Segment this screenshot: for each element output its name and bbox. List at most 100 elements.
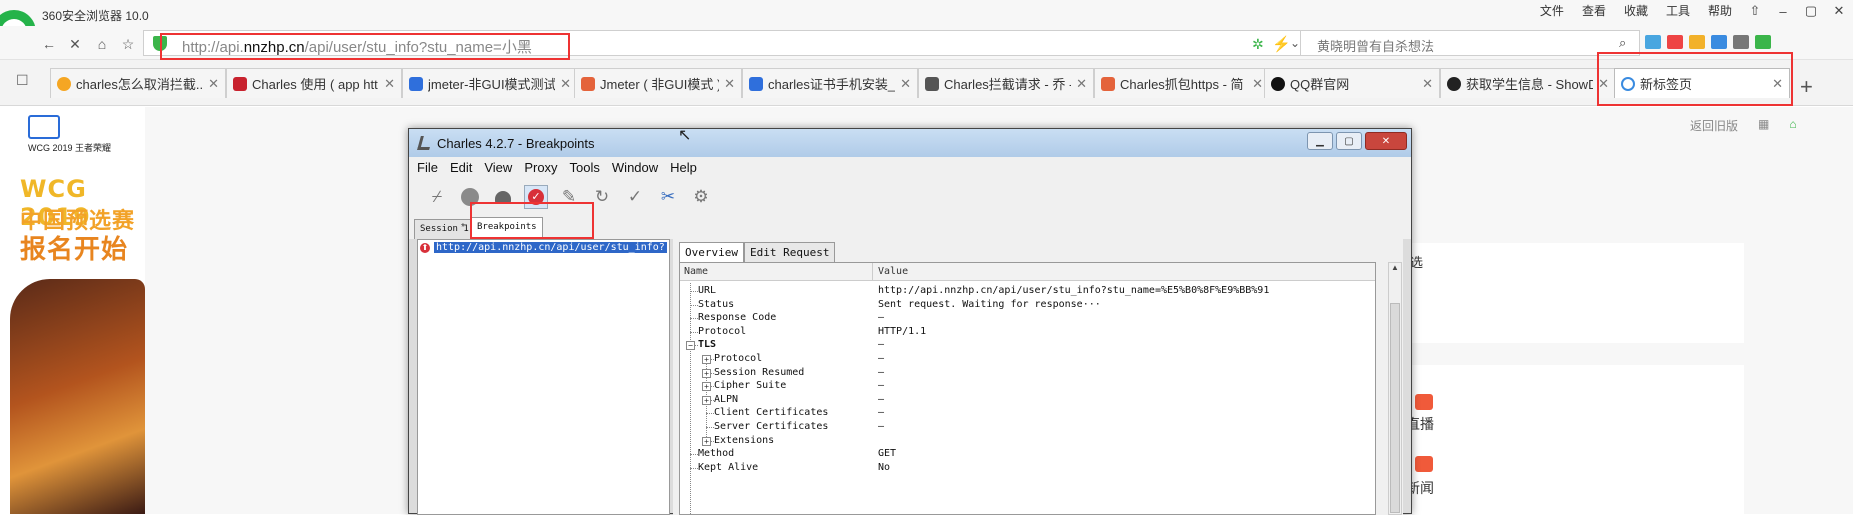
close-button[interactable]: ✕ — [1825, 0, 1853, 22]
charles-menu-view[interactable]: View — [478, 157, 518, 179]
charles-menu-edit[interactable]: Edit — [444, 157, 478, 179]
column-name: Name — [684, 266, 709, 277]
tab-close-icon[interactable]: ✕ — [724, 76, 735, 92]
menu-view[interactable]: 查看 — [1573, 4, 1615, 18]
tree-branch — [690, 467, 698, 469]
row-name: Protocol — [698, 325, 747, 337]
tab-5[interactable]: charles证书手机安装_... ✕ — [742, 68, 918, 98]
tab-1[interactable]: charles怎么取消拦截... ✕ — [50, 68, 226, 98]
tab-overview[interactable]: Overview — [679, 242, 744, 262]
scrollbar[interactable]: ▲ — [1388, 262, 1402, 515]
dropdown-icon[interactable]: ⌄ — [1290, 36, 1300, 50]
tab-7[interactable]: Charles抓包https - 简 ✕ — [1094, 68, 1270, 98]
lightning-icon[interactable]: ⚡ — [1272, 35, 1291, 53]
menu-help[interactable]: 帮助 — [1699, 4, 1741, 18]
menu-favorites[interactable]: 收藏 — [1615, 4, 1657, 18]
tab-3[interactable]: jmeter-非GUI模式测试 ✕ — [402, 68, 578, 98]
table-row[interactable]: Kept Alive No — [680, 460, 1375, 476]
back-old-version-link[interactable]: 返回旧版 — [1690, 117, 1738, 134]
wcg-banner[interactable]: WCG 2019 王者荣耀 WCG 2019 中国预选赛 报名开始 — [0, 107, 145, 514]
window-controls: ⇧ – ▢ ✕ — [1741, 0, 1853, 22]
expand-icon[interactable]: + — [702, 368, 711, 378]
stop-icon[interactable]: ✕ — [64, 33, 86, 55]
tab-list-icon[interactable]: ☐ — [16, 72, 29, 89]
side-card — [1404, 243, 1744, 343]
charles-menu-file[interactable]: File — [411, 157, 444, 179]
overview-table: Name Value URL http://api.nnzhp.cn/api/us… — [679, 262, 1376, 515]
row-value: – — [878, 366, 885, 378]
live-icon — [1415, 394, 1433, 410]
tab-9[interactable]: 获取学生信息 - ShowD ✕ — [1440, 68, 1616, 98]
home-icon[interactable]: ⌂ — [91, 33, 113, 55]
maximize-button[interactable]: ▢ — [1797, 0, 1825, 22]
tab-close-icon[interactable]: ✕ — [1422, 76, 1433, 92]
star-icon[interactable]: ☆ — [117, 33, 139, 55]
annotation-url-highlight — [160, 33, 570, 60]
collapse-icon[interactable]: − — [686, 341, 695, 351]
expand-icon[interactable]: + — [702, 355, 711, 364]
pin-icon[interactable]: ⇧ — [1741, 0, 1769, 22]
expand-icon[interactable]: + — [702, 382, 711, 392]
app-title: 360安全浏览器 10.0 — [42, 9, 149, 23]
tab-edit-request[interactable]: Edit Request — [744, 242, 836, 262]
tree-branch — [690, 291, 698, 292]
tab-4[interactable]: Jmeter ( 非GUI模式 ) ✕ — [574, 68, 742, 98]
row-name: Server Certificates — [714, 421, 829, 432]
charles-title: Charles 4.2.7 - Breakpoints — [437, 136, 595, 151]
tab-8[interactable]: QQ群官网 ✕ — [1264, 68, 1440, 98]
charles-menu-help[interactable]: Help — [664, 157, 703, 179]
tab-6[interactable]: Charles拦截请求 - 乔 - ✕ — [918, 68, 1094, 98]
charles-titlebar: Charles 4.2.7 - Breakpoints ▁ ▢ ✕ — [409, 129, 1411, 157]
row-name: Cipher Suite — [714, 380, 787, 392]
scroll-thumb[interactable] — [1390, 303, 1400, 513]
new-tab-button[interactable]: + — [1800, 74, 1813, 100]
search-box[interactable]: 黄晓明曾有自杀想法 ⌕ — [1300, 30, 1640, 56]
tab-favicon-icon — [1271, 76, 1285, 91]
charles-close-button[interactable]: ✕ — [1365, 132, 1407, 150]
search-icon[interactable]: ⌕ — [1619, 35, 1626, 51]
expand-icon[interactable]: + — [702, 395, 711, 405]
tab-favicon-icon — [1447, 76, 1461, 91]
charles-menu-proxy[interactable]: Proxy — [518, 157, 563, 179]
extension-icon[interactable] — [1645, 35, 1661, 49]
charles-minimize-button[interactable]: ▁ — [1307, 132, 1333, 150]
home-icon[interactable]: ⌂ — [1789, 117, 1796, 134]
tab-close-icon[interactable]: ✕ — [1076, 76, 1087, 92]
breakpoint-status-icon: ⬆ — [420, 242, 430, 253]
tab-favicon-icon — [409, 76, 423, 91]
news-icon — [1415, 456, 1433, 472]
plugin-icon[interactable] — [1755, 35, 1771, 49]
tab-2[interactable]: Charles 使用 ( app htt ✕ — [226, 68, 402, 98]
tab-close-icon[interactable]: ✕ — [384, 76, 395, 92]
refresh-speed-icon[interactable]: ✲ — [1252, 36, 1264, 53]
tree-branch — [690, 454, 698, 456]
charles-menu-tools[interactable]: Tools — [564, 157, 606, 179]
screenshot-icon[interactable] — [1689, 35, 1705, 49]
charles-maximize-button[interactable]: ▢ — [1336, 132, 1362, 150]
check-icon[interactable]: ✓ — [623, 185, 647, 209]
tab-close-icon[interactable]: ✕ — [900, 76, 911, 92]
row-name: Session Resumed — [714, 366, 805, 378]
translate-icon[interactable] — [1667, 35, 1683, 49]
settings-icon[interactable]: ⚙ — [689, 185, 713, 209]
tab-session-1[interactable]: Session 1 — [414, 219, 475, 239]
tab-close-icon[interactable]: ✕ — [208, 76, 219, 92]
tree-branch — [706, 413, 714, 415]
zoom-icon[interactable] — [1711, 35, 1727, 49]
menu-tools[interactable]: 工具 — [1657, 4, 1699, 18]
list-item[interactable]: ⬆ http://api.nnzhp.cn/api/user/stu_info? — [420, 242, 667, 253]
scroll-up-icon[interactable]: ▲ — [1389, 263, 1401, 277]
games-icon[interactable] — [1733, 35, 1749, 49]
tab-close-icon[interactable]: ✕ — [1252, 76, 1263, 92]
minimize-button[interactable]: – — [1769, 0, 1797, 22]
charles-menu-window[interactable]: Window — [606, 157, 664, 179]
expand-icon[interactable]: + — [702, 436, 711, 446]
side-card — [1404, 365, 1744, 515]
tab-close-icon[interactable]: ✕ — [560, 76, 571, 92]
broom-icon[interactable]: ⌿ — [425, 185, 449, 209]
menu-file[interactable]: 文件 — [1531, 4, 1573, 18]
charles-window-controls: ▁ ▢ ✕ — [1307, 132, 1407, 150]
tools-icon[interactable]: ✂ — [656, 185, 680, 209]
grid-icon[interactable]: ▦ — [1758, 117, 1769, 134]
back-icon[interactable]: ← — [38, 33, 60, 55]
